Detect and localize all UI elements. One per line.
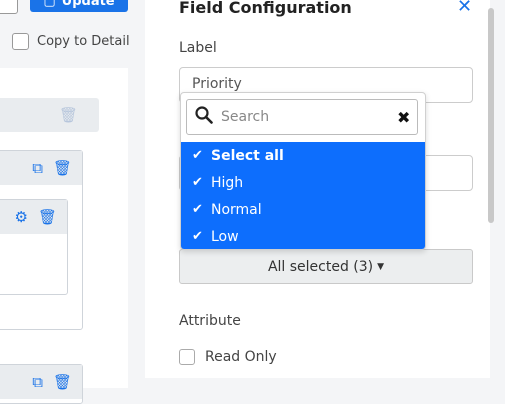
- copy-icon[interactable]: ⧉: [32, 373, 43, 391]
- trash-icon[interactable]: 🗑: [59, 106, 78, 124]
- panel-title: Field Configuration: [179, 0, 352, 17]
- option-list: ✔ Select all ✔ High ✔ Normal ✔ Low: [181, 142, 425, 249]
- save-icon: ▢: [43, 0, 56, 9]
- option-high[interactable]: ✔ High: [181, 169, 425, 196]
- search-input[interactable]: [213, 108, 397, 126]
- form-canvas: ▢ Update Copy to Detail 🗑 ⧉ 🗑 ⚙ 🗑 ⧉ 🗑: [0, 0, 150, 404]
- gear-icon[interactable]: ⚙: [15, 208, 28, 226]
- toolbar-button[interactable]: [0, 0, 18, 14]
- copy-to-detail-label: Copy to Detail: [37, 34, 130, 49]
- dropdown-search: ✖: [186, 99, 418, 135]
- multiselect-summary: All selected (3): [267, 258, 374, 275]
- checkmark-icon: ✔: [192, 148, 203, 163]
- update-button[interactable]: ▢ Update: [30, 0, 128, 12]
- options-multiselect[interactable]: All selected (3) ▼: [179, 249, 473, 284]
- copy-to-detail-checkbox[interactable]: [12, 33, 29, 50]
- option-normal[interactable]: ✔ Normal: [181, 196, 425, 223]
- close-icon[interactable]: ✕: [457, 0, 472, 17]
- nested-component-header: ⚙ 🗑: [0, 200, 67, 234]
- component-header: ⧉ 🗑: [0, 365, 82, 399]
- readonly-row[interactable]: Read Only: [179, 349, 277, 365]
- copy-icon[interactable]: ⧉: [32, 159, 43, 177]
- checkmark-icon: ✔: [192, 202, 203, 217]
- options-dropdown: ✖ ✔ Select all ✔ High ✔ Normal ✔ Low: [180, 92, 426, 250]
- caret-down-icon: ▼: [377, 261, 385, 272]
- nested-component-box[interactable]: ⚙ 🗑: [0, 199, 68, 295]
- trash-icon[interactable]: 🗑: [53, 159, 72, 177]
- clear-icon[interactable]: ✖: [397, 108, 410, 127]
- trash-icon[interactable]: 🗑: [53, 373, 72, 391]
- section-header: 🗑: [0, 98, 99, 132]
- copy-to-detail-row[interactable]: Copy to Detail: [12, 33, 130, 50]
- readonly-checkbox[interactable]: [179, 349, 195, 365]
- checkmark-icon: ✔: [192, 175, 203, 190]
- trash-icon[interactable]: 🗑: [38, 208, 57, 226]
- option-select-all[interactable]: ✔ Select all: [181, 142, 425, 169]
- component-header: ⧉ 🗑: [0, 151, 82, 185]
- checkmark-icon: ✔: [192, 229, 203, 244]
- component-box[interactable]: ⧉ 🗑: [0, 364, 83, 404]
- component-box[interactable]: ⧉ 🗑 ⚙ 🗑: [0, 150, 83, 330]
- option-low[interactable]: ✔ Low: [181, 223, 425, 249]
- canvas-panel: 🗑 ⧉ 🗑 ⚙ 🗑 ⧉ 🗑: [0, 68, 128, 404]
- attribute-heading: Attribute: [179, 313, 241, 329]
- search-icon: [195, 106, 213, 128]
- label-heading: Label: [179, 40, 217, 56]
- readonly-label: Read Only: [205, 349, 277, 365]
- panel-scrollbar[interactable]: [488, 8, 494, 223]
